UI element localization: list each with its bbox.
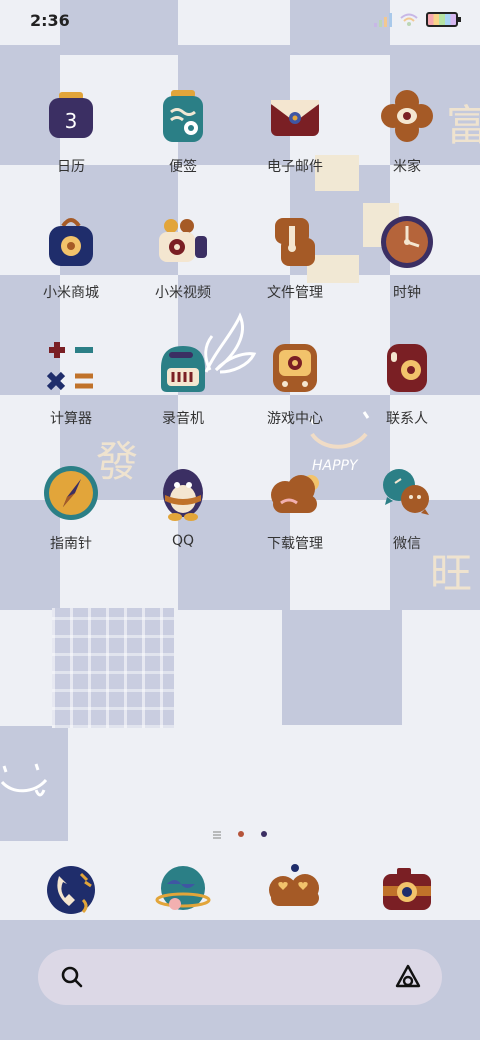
clock-icon [381, 216, 433, 268]
app-label: 时钟 [393, 285, 421, 301]
app-label: 指南针 [50, 536, 92, 552]
app-label: 微信 [393, 536, 421, 552]
app-notes[interactable]: 便签 [127, 86, 239, 176]
wechat-icon [383, 469, 429, 515]
app-label: QQ [171, 533, 195, 549]
calendar-icon: 3 [49, 92, 93, 138]
app-label: 电子邮件 [267, 159, 323, 175]
app-calculator[interactable]: 计算器 [15, 338, 127, 428]
status-time: 2:36 [30, 11, 70, 30]
app-mi-store[interactable]: 小米商城 [15, 212, 127, 302]
app-wechat[interactable]: 微信 [351, 463, 463, 553]
app-file-manager[interactable]: 文件管理 [239, 212, 351, 302]
app-mi-video[interactable]: 小米视频 [127, 212, 239, 302]
app-game-center[interactable]: 游戏中心 [239, 338, 351, 428]
assistant-icon[interactable] [392, 961, 424, 993]
app-label: 联系人 [386, 411, 428, 427]
app-label: 小米商城 [43, 285, 99, 301]
search-icon[interactable] [58, 963, 86, 991]
app-label: 计算器 [50, 411, 92, 427]
shop-bag-icon [49, 218, 93, 266]
page-dot-active[interactable] [238, 830, 244, 837]
signal-icon [374, 12, 392, 27]
app-contacts[interactable]: 联系人 [351, 338, 463, 428]
app-label: 下载管理 [267, 536, 323, 552]
status-bar: 2:36 [0, 0, 480, 42]
page-indicator[interactable] [0, 823, 480, 843]
svg-text:3: 3 [65, 109, 78, 133]
video-camera-icon [159, 219, 207, 262]
app-label: 录音机 [162, 411, 204, 427]
dock-camera[interactable] [351, 860, 463, 924]
page-dot[interactable] [261, 830, 268, 837]
phone-icon [47, 866, 95, 914]
contacts-icon [387, 344, 427, 392]
browser-planet-icon [155, 866, 211, 910]
camera-icon [383, 868, 431, 910]
download-cloud-icon [271, 475, 319, 513]
app-mail[interactable]: 电子邮件 [239, 86, 351, 176]
mijia-flower-icon [381, 90, 433, 142]
calculator-icon [46, 342, 93, 391]
app-download-manager[interactable]: 下载管理 [239, 463, 351, 553]
game-center-icon [273, 344, 317, 392]
app-label: 便签 [169, 159, 197, 175]
app-calendar[interactable]: 3 日历 [15, 86, 127, 176]
smiley-sticker-icon [0, 763, 48, 797]
app-label: 游戏中心 [267, 411, 323, 427]
compass-icon [44, 466, 98, 520]
dock-browser[interactable] [127, 860, 239, 924]
app-label: 日历 [57, 159, 85, 175]
app-label: 文件管理 [267, 285, 323, 301]
dock [15, 860, 465, 924]
wifi-icon [400, 13, 418, 26]
app-label: 米家 [393, 159, 421, 175]
app-compass[interactable]: 指南针 [15, 463, 127, 553]
app-qq[interactable]: QQ [127, 463, 239, 549]
mail-icon [271, 100, 319, 136]
dock-messages[interactable] [239, 860, 351, 924]
qq-penguin-icon [163, 469, 203, 521]
notes-icon [163, 90, 203, 142]
page-menu-icon [212, 824, 221, 843]
messages-cloud-heart-icon [269, 864, 319, 906]
battery-icon [426, 12, 461, 27]
recorder-icon [161, 346, 205, 392]
file-manager-icon [275, 218, 315, 266]
app-recorder[interactable]: 录音机 [127, 338, 239, 428]
app-label: 小米视频 [155, 285, 211, 301]
app-mijia[interactable]: 米家 [351, 86, 463, 176]
search-bar[interactable] [38, 949, 442, 1005]
plaid-tile [52, 608, 174, 728]
app-clock[interactable]: 时钟 [351, 212, 463, 302]
dock-phone[interactable] [15, 860, 127, 924]
